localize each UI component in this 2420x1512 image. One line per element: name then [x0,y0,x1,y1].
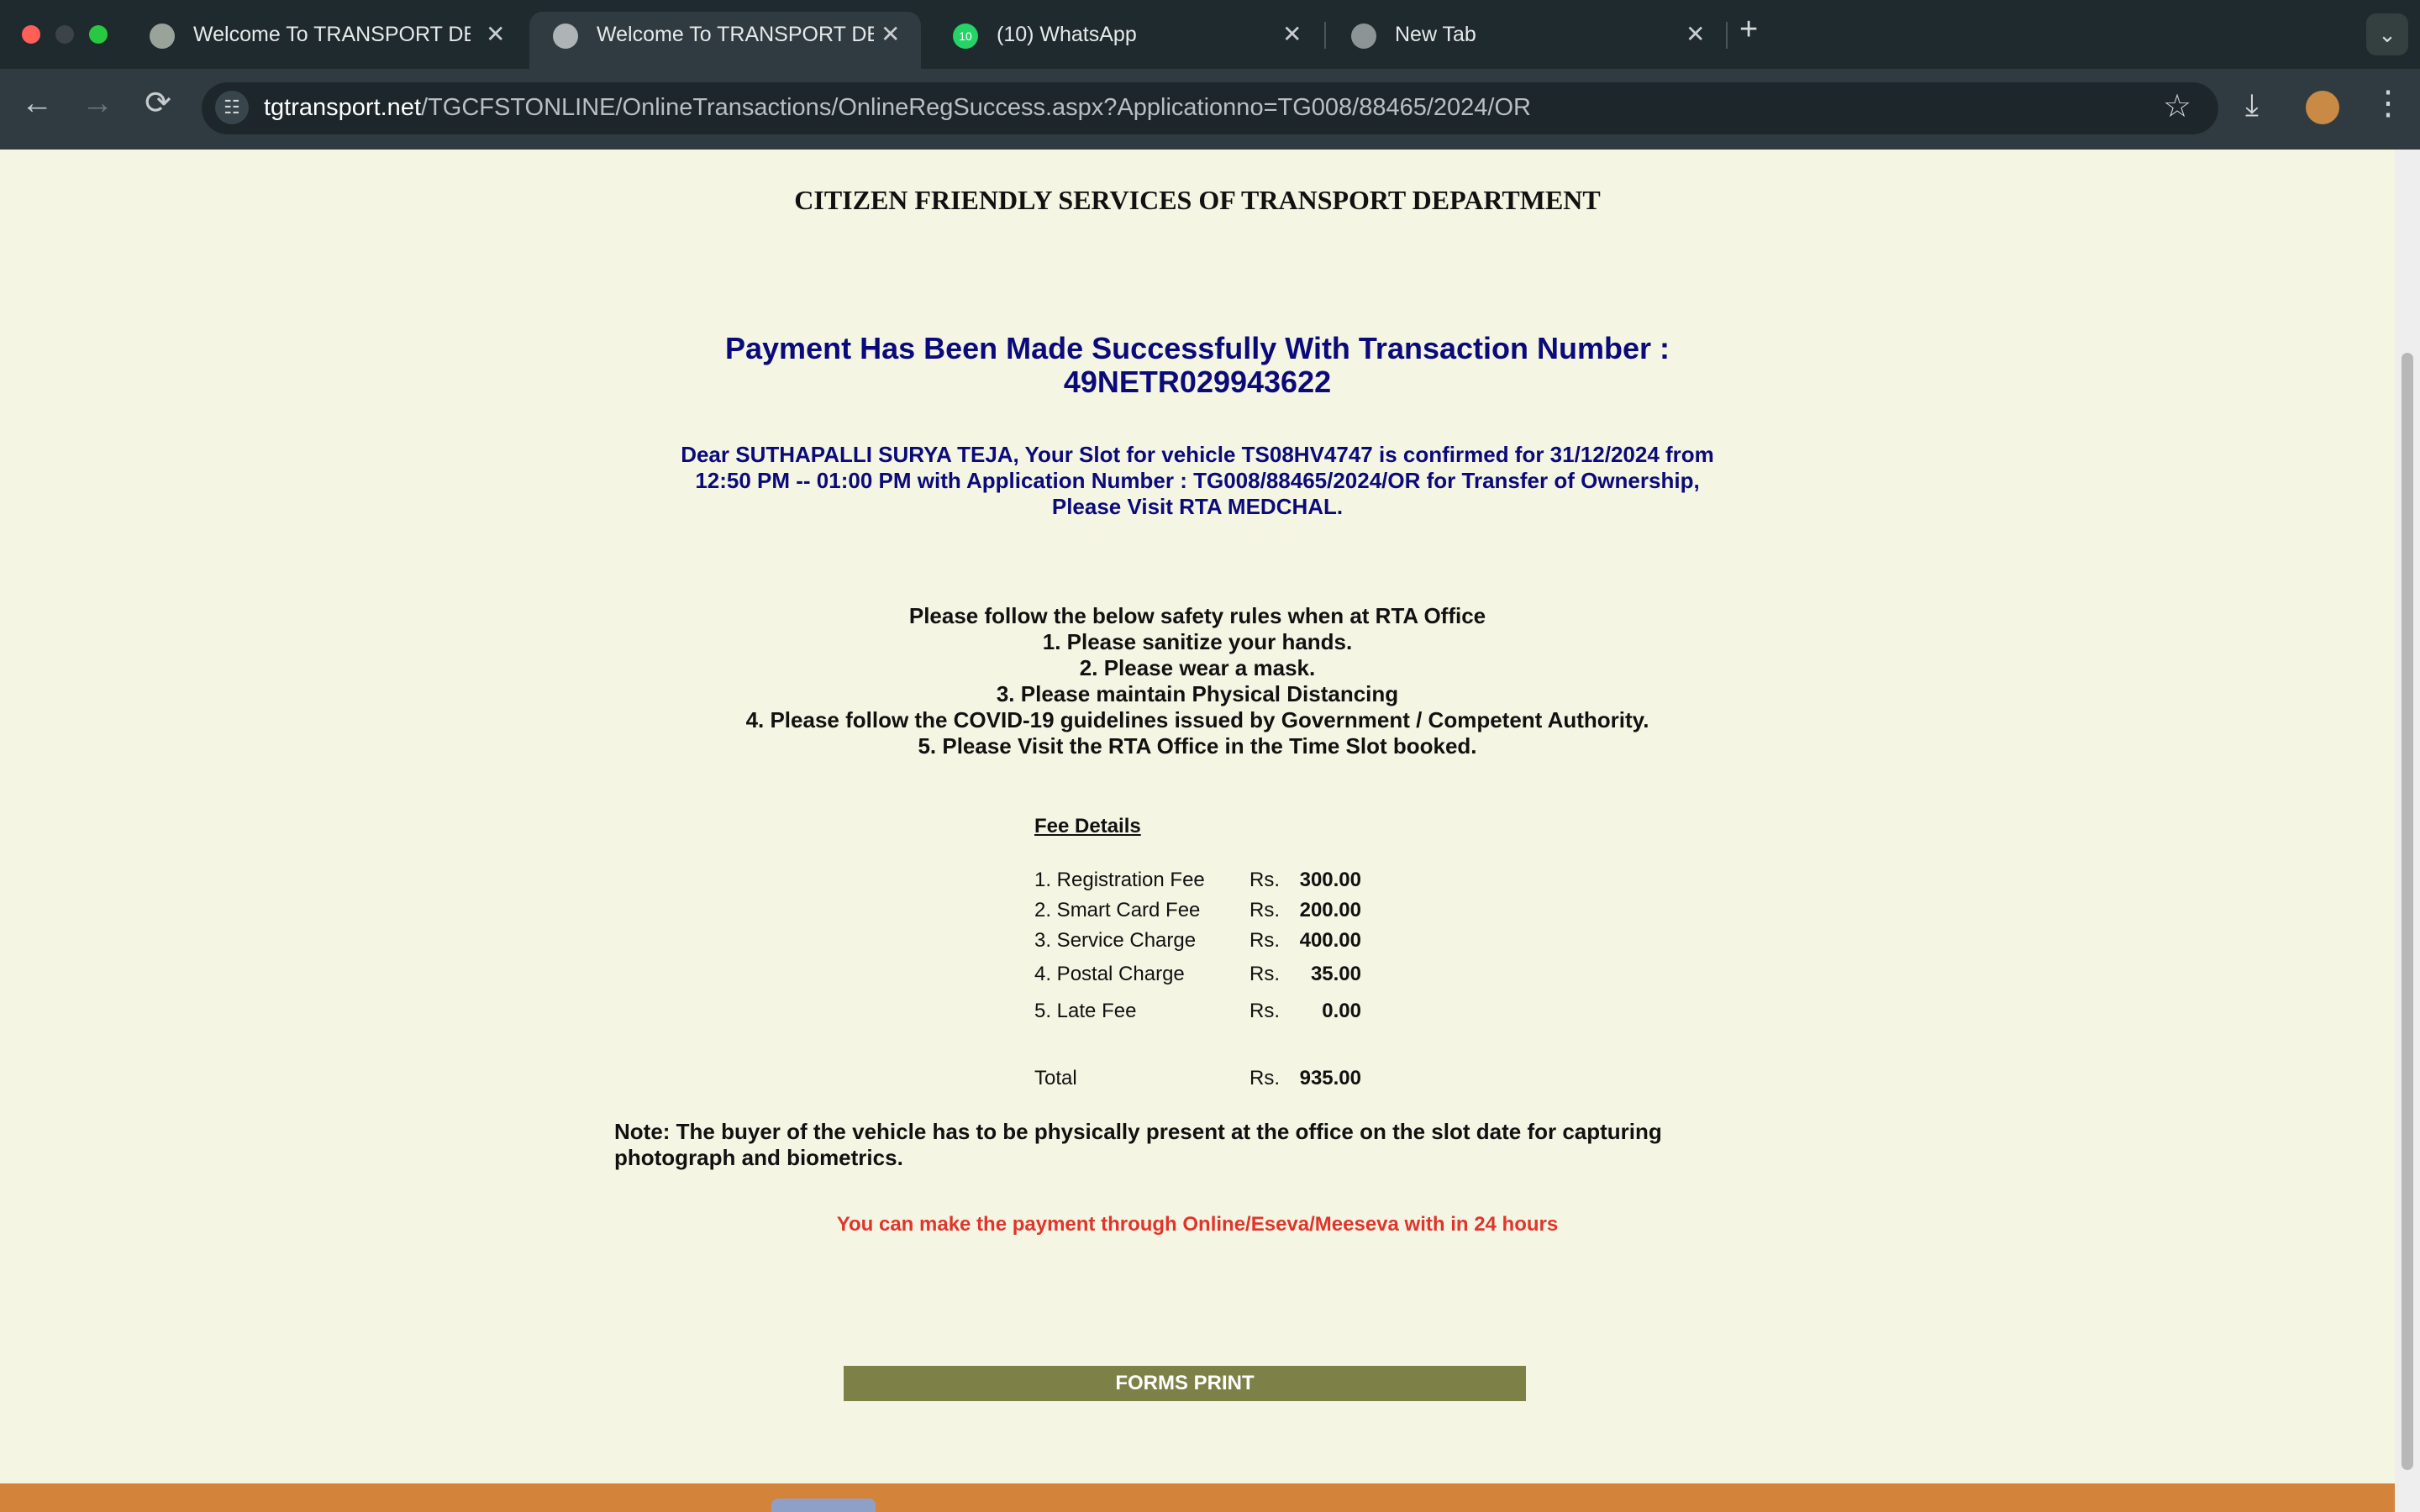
fee-total-label: Total [1034,1067,1077,1089]
tab-whatsapp[interactable]: 10 (10) WhatsApp ✕ [929,12,1324,69]
note-line2: photograph and biometrics. [614,1145,903,1170]
fee-label: 2. Smart Card Fee [1034,899,1201,921]
tab-divider [1324,22,1326,49]
tab-transport-1[interactable]: Welcome To TRANSPORT DE ✕ [126,12,521,69]
fee-currency: Rs. [1249,929,1280,952]
forward-arrow-icon[interactable]: → [77,86,118,122]
site-favicon-icon [150,24,175,49]
fee-amount: 300.00 [1299,869,1361,891]
safety-rule: 3. Please maintain Physical Distancing [996,681,1399,706]
more-menu-icon[interactable]: ⋮ [2371,84,2405,123]
fee-amount: 400.00 [1299,929,1361,952]
tab-transport-2-active[interactable]: Welcome To TRANSPORT DE ✕ [529,12,921,69]
slot-confirmation-line2: 12:50 PM -- 01:00 PM with Application Nu… [695,468,1700,493]
tab-close-icon[interactable]: ✕ [1282,20,1302,48]
page-title: CITIZEN FRIENDLY SERVICES OF TRANSPORT D… [794,185,1601,215]
safety-rule: 2. Please wear a mask. [1079,655,1316,680]
fee-currency: Rs. [1249,963,1280,985]
tab-divider [1726,22,1728,49]
fee-currency: Rs. [1249,869,1280,891]
page-footer [0,1483,2395,1512]
tab-new-tab[interactable]: New Tab ✕ [1328,12,1705,69]
tab-label: (10) WhatsApp [997,23,1137,46]
url-host: tgtransport.net [264,94,421,121]
safety-rule: 4. Please follow the COVID-19 guidelines… [745,707,1649,732]
slot-confirmation-line3: Please Visit RTA MEDCHAL. [1051,494,1344,519]
fee-label: 3. Service Charge [1034,929,1197,952]
footer-logo-icon [771,1499,876,1512]
bookmark-star-icon[interactable]: ☆ [2163,87,2191,125]
tab-search-chevron-icon[interactable]: ⌄ [2366,13,2408,55]
fee-details-title: Fee Details [1034,815,1141,837]
profile-avatar[interactable] [2306,91,2339,124]
safety-rule: 5. Please Visit the RTA Office in the Ti… [918,733,1477,759]
fee-total-amount: 935.00 [1299,1067,1361,1089]
fee-currency: Rs. [1249,1000,1280,1022]
tab-label: Welcome To TRANSPORT DE [597,23,874,46]
fee-total-currency: Rs. [1249,1067,1280,1089]
chrome-icon [1351,24,1376,49]
tab-close-icon[interactable]: ✕ [881,20,900,48]
forms-print-button[interactable]: FORMS PRINT [844,1366,1526,1401]
tab-close-icon[interactable]: ✕ [1686,20,1705,48]
slot-confirmation-line1: Dear SUTHAPALLI SURYA TEJA, Your Slot fo… [681,442,1714,467]
payment-hint: You can make the payment through Online/… [836,1213,1559,1236]
scrollbar-thumb[interactable] [2402,353,2413,1470]
fee-currency: Rs. [1249,899,1280,921]
fee-label: 5. Late Fee [1034,1000,1137,1022]
fee-amount: 200.00 [1299,899,1361,921]
fee-amount: 0.00 [1322,1000,1361,1022]
safety-rule: 1. Please sanitize your hands. [1042,629,1353,654]
url-path: /TGCFSTONLINE/OnlineTransactions/OnlineR… [421,94,1531,121]
url-text[interactable]: tgtransport.net/TGCFSTONLINE/OnlineTrans… [264,94,1531,122]
fee-label: 4. Postal Charge [1034,963,1185,985]
tab-label: Welcome To TRANSPORT DE [193,23,471,46]
tab-label: New Tab [1395,23,1476,46]
payment-success-line1: Payment Has Been Made Successfully With … [725,331,1670,365]
globe-icon [553,24,578,49]
fee-amount: 35.00 [1310,963,1361,985]
new-tab-plus-icon[interactable]: + [1739,12,1758,48]
reload-icon[interactable]: ⟳ [138,84,178,122]
site-settings-icon[interactable]: ☷ [215,91,249,124]
close-window-button[interactable] [22,25,40,44]
transaction-number: 49NETR029943622 [1063,365,1332,399]
note-line1: Note: The buyer of the vehicle has to be… [614,1119,1662,1144]
whatsapp-icon: 10 [953,24,978,49]
minimize-window-button[interactable] [55,25,74,44]
back-arrow-icon[interactable]: ← [17,86,57,122]
maximize-window-button[interactable] [89,25,108,44]
safety-rules-title: Please follow the below safety rules whe… [908,603,1486,628]
tab-close-icon[interactable]: ✕ [486,20,505,48]
fee-label: 1. Registration Fee [1034,869,1205,891]
download-icon[interactable]: ⤓ [2245,87,2259,123]
